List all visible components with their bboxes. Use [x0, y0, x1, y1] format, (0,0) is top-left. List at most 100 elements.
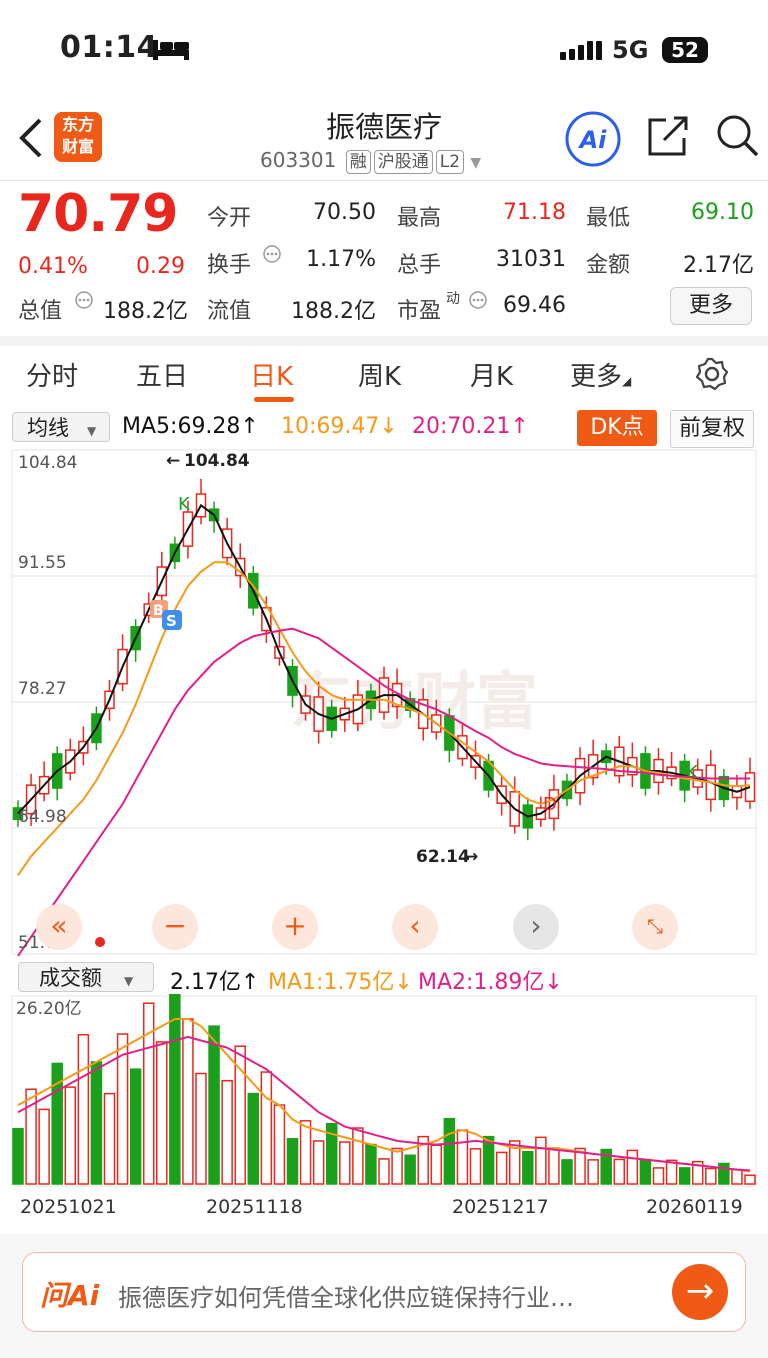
volume-chart[interactable]: 26.20亿	[0, 994, 768, 1190]
dropdown-caret-icon: ▼	[87, 424, 97, 438]
volume-bar	[378, 1158, 390, 1185]
turnover-label: 换手	[207, 253, 252, 278]
amount-label: 金额	[586, 253, 631, 278]
fullscreen-icon[interactable]: ⤡	[632, 904, 678, 950]
y-label-2: 91.55	[18, 553, 67, 573]
candle-body	[744, 772, 756, 803]
adjust-mode-button[interactable]: 前复权	[670, 410, 754, 448]
tab-more-label: 更多	[570, 362, 623, 392]
info-icon[interactable]	[468, 290, 488, 310]
date-label: 20251217	[452, 1196, 549, 1218]
volume-label: 总手	[397, 253, 442, 278]
section-gap	[0, 336, 768, 346]
volume-bar	[90, 1061, 103, 1185]
k-signal-marker: K	[178, 494, 191, 515]
volume-value: 31031	[496, 247, 566, 272]
y-label-3: 78.27	[18, 679, 67, 699]
dropdown-caret-icon: ▼	[124, 974, 134, 988]
volume-bar	[404, 1154, 416, 1185]
change-amount: 0.29	[136, 254, 185, 279]
turnover-value: 1.17%	[306, 247, 376, 272]
volume-top-label: 26.20亿	[16, 999, 82, 1019]
tag-margin: 融	[345, 150, 371, 174]
volume-bar	[548, 1147, 560, 1185]
volume-bar	[430, 1144, 443, 1185]
volume-bar	[77, 1033, 90, 1185]
dk-point-button[interactable]: DK点	[577, 410, 657, 446]
volume-bar	[260, 1071, 273, 1185]
ask-ai-logo: 问Ai	[40, 1279, 100, 1312]
volume-bar	[731, 1168, 743, 1185]
tag-connect: 沪股通	[373, 150, 433, 174]
info-icon[interactable]	[262, 244, 282, 264]
volume-bar	[38, 1108, 50, 1185]
volume-bar	[103, 1092, 116, 1185]
indicator-selector[interactable]: 成交额 ▼	[18, 962, 154, 992]
network-type: 5G	[612, 36, 649, 64]
settings-gear-icon[interactable]	[694, 356, 730, 392]
pe-value: 69.46	[503, 293, 566, 318]
volume-bar	[234, 1045, 246, 1185]
sell-badge-label: S	[166, 612, 177, 630]
tab-daily-k[interactable]: 日K	[250, 356, 293, 393]
tab-more[interactable]: 更多◢	[570, 356, 631, 393]
volume-bar	[182, 1018, 194, 1185]
low-marker-arrow: →	[464, 847, 478, 867]
volume-bar	[535, 1136, 547, 1185]
ma10-value: 10:69.47↓	[281, 414, 398, 439]
volume-bar	[639, 1158, 652, 1185]
volume-bars-layer	[12, 994, 756, 1185]
scroll-right-button[interactable]: ›	[513, 904, 559, 950]
scroll-left-button[interactable]: ‹	[392, 904, 438, 950]
kline-chart[interactable]: 东方财富 104.84 91.55 78.27 64.98 51.70 ← 10…	[0, 448, 768, 958]
tab-five-day[interactable]: 五日	[136, 356, 188, 393]
date-label: 20251021	[20, 1196, 117, 1218]
volume-bar	[613, 1158, 626, 1185]
tab-intraday[interactable]: 分时	[26, 356, 78, 393]
tag-level2: L2	[435, 150, 465, 174]
volume-bar	[339, 1141, 351, 1185]
volume-bar	[705, 1167, 717, 1185]
volume-bar	[522, 1150, 534, 1185]
pe-label: 市盈	[397, 299, 442, 324]
zoom-in-button[interactable]: +	[272, 904, 318, 950]
y-label-4: 64.98	[18, 807, 67, 827]
ma-selector[interactable]: 均线 ▼	[12, 412, 110, 442]
volume-bar	[195, 1072, 207, 1185]
change-pct: 0.41%	[18, 254, 88, 279]
ma5-value: MA5:69.28↑	[122, 414, 259, 439]
stock-code-row[interactable]: 603301 融沪股通 L2 ▼	[260, 148, 481, 174]
high-marker-arrow: ←	[166, 451, 180, 471]
volume-bar	[299, 1120, 312, 1185]
volume-bar	[561, 1159, 573, 1185]
ask-ai-prompt[interactable]: 振德医疗如何凭借全球化供应链保持行业…	[118, 1278, 648, 1313]
zoom-out-button[interactable]: −	[152, 904, 198, 950]
volume-bar	[587, 1159, 599, 1185]
battery-level: 52	[671, 38, 699, 62]
tab-weekly-k[interactable]: 周K	[358, 356, 401, 393]
header-divider	[0, 180, 768, 181]
volume-bar	[495, 1151, 508, 1185]
high-value: 71.18	[503, 200, 566, 225]
jump-start-button[interactable]: «	[36, 904, 82, 950]
date-label: 20251118	[206, 1196, 303, 1218]
volume-bar	[156, 1041, 168, 1185]
info-icon[interactable]	[74, 290, 94, 310]
stock-name: 振德医疗	[325, 110, 442, 144]
total-value: 188.2亿	[103, 299, 188, 324]
low-marker: 62.14	[416, 847, 470, 867]
volume-bar	[574, 1147, 586, 1185]
indicator-selector-label: 成交额	[39, 966, 102, 990]
ask-ai-send-button[interactable]: →	[672, 1264, 728, 1320]
dk-label: DK点	[590, 415, 644, 440]
volume-bar	[64, 1086, 77, 1185]
more-quote-button[interactable]: 更多	[670, 287, 752, 325]
float-value: 188.2亿	[291, 299, 376, 324]
volume-bar	[469, 1148, 482, 1185]
status-time: 01:14	[60, 30, 158, 65]
d-signal-marker: D	[543, 794, 557, 815]
sell-signal-badge[interactable]: S	[162, 610, 182, 630]
tab-monthly-k[interactable]: 月K	[470, 356, 513, 393]
open-value: 70.50	[313, 200, 376, 225]
volume-bar	[718, 1162, 730, 1185]
